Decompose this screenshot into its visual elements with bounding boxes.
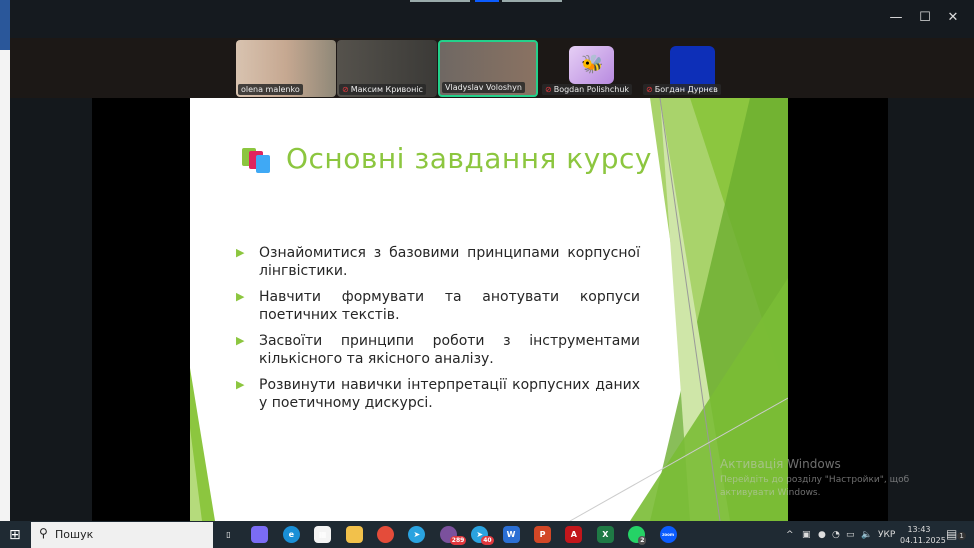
tray-overflow-icon[interactable]: ^ [786, 530, 794, 540]
taskbar-search[interactable]: ⚲ Пошук [31, 522, 213, 548]
bullet-item: ▶ Розвинути навички інтерпретації корпусн… [236, 377, 640, 411]
activation-subtitle: Перейдіть до розділу "Настройки", щоб ак… [720, 475, 910, 498]
arrow-bullet-icon: ▶ [236, 378, 245, 391]
start-button[interactable]: ⊞ [9, 527, 21, 543]
participant-tile[interactable]: ⊘ Максим Кривоніс [337, 40, 437, 97]
store-taskbar-icon[interactable]: ▦ [314, 526, 332, 543]
volume-icon[interactable]: 🔈 [861, 530, 872, 540]
maximize-button[interactable]: ☐ [915, 10, 935, 25]
meeting-title-bar: — ☐ ✕ [10, 0, 974, 38]
activation-title: Активація Windows [720, 457, 841, 471]
date: 04.11.2025 [900, 536, 946, 545]
share-indicator [502, 0, 562, 2]
bullet-item: ▶ Навчити формувати та анотувати корпуси … [236, 289, 640, 323]
participant-tile[interactable]: olena malenko [236, 40, 336, 97]
search-icon: ⚲ [39, 526, 48, 540]
muted-mic-icon: ⊘ [342, 85, 349, 94]
language-indicator[interactable]: УКР [878, 530, 895, 540]
bullet-item: ▶ Ознайомитися з базовими принципами корп… [236, 245, 640, 279]
bullet-list: ▶ Ознайомитися з базовими принципами корп… [236, 244, 640, 420]
share-indicator-active [475, 0, 499, 2]
chrome-taskbar-icon[interactable] [377, 526, 394, 543]
close-button[interactable]: ✕ [943, 10, 963, 25]
acrobat-taskbar-icon[interactable]: A [565, 526, 583, 543]
participant-name: Vladyslav Voloshyn [442, 82, 525, 93]
participant-name: Максим Кривоніс [350, 85, 423, 94]
participant-tile[interactable]: ⊘ Богдан Дурнєв [641, 40, 741, 97]
arrow-bullet-icon: ▶ [236, 246, 245, 259]
minimize-button[interactable]: — [886, 10, 906, 25]
books-icon [242, 148, 274, 176]
arrow-bullet-icon: ▶ [236, 290, 245, 303]
app-badge: 289 [449, 536, 467, 545]
avatar: 🐝 [569, 46, 614, 84]
microphone-icon[interactable]: ● [818, 530, 826, 540]
time: 13:43 [907, 525, 931, 534]
muted-mic-icon: ⊘ [646, 85, 653, 94]
notifications-button[interactable]: ▤ 1 [946, 527, 966, 541]
meet-now-icon[interactable]: ▣ [802, 530, 811, 540]
arrow-bullet-icon: ▶ [236, 334, 245, 347]
zoom-taskbar-icon[interactable]: zoom [659, 526, 677, 543]
participant-tile[interactable]: 🐝 ⊘ Bogdan Polishchuk [540, 40, 640, 97]
word-taskbar-icon[interactable]: W [502, 526, 520, 543]
wifi-icon[interactable]: ◔ [832, 530, 840, 540]
participant-name: Bogdan Polishchuk [553, 85, 630, 94]
notification-count: 1 [957, 532, 966, 540]
muted-mic-icon: ⊘ [545, 85, 552, 94]
app-badge: 40 [481, 536, 494, 545]
battery-icon[interactable]: ▭ [846, 530, 855, 540]
participant-name: Богдан Дурнєв [654, 85, 718, 94]
share-indicator [410, 0, 470, 2]
slide-title: Основні завдання курсу [286, 142, 653, 175]
letterbox-left [92, 98, 190, 521]
excel-taskbar-icon[interactable]: X [596, 526, 614, 543]
clock[interactable]: 13:43 04.11.2025 [900, 524, 946, 546]
edge-taskbar-icon[interactable]: e [282, 526, 300, 543]
bullet-item: ▶ Засвоїти принципи роботи з інструментам… [236, 333, 640, 367]
file-explorer-taskbar-icon[interactable] [345, 526, 363, 543]
task-view-taskbar-icon[interactable]: ▯ [220, 526, 237, 543]
participant-tile-active-speaker[interactable]: Vladyslav Voloshyn [438, 40, 538, 97]
powerpoint-taskbar-icon[interactable]: P [534, 526, 551, 543]
copilot-taskbar-icon[interactable] [251, 526, 269, 543]
windows-activation-watermark: Активація Windows Перейдіть до розділу "… [720, 457, 940, 500]
search-placeholder: Пошук [55, 528, 94, 541]
participant-name: olena malenko [238, 84, 303, 95]
wasp-icon: 🐝 [581, 54, 604, 75]
background-window [0, 0, 10, 521]
presentation-slide: Основні завдання курсу ▶ Ознайомитися з б… [190, 98, 788, 521]
